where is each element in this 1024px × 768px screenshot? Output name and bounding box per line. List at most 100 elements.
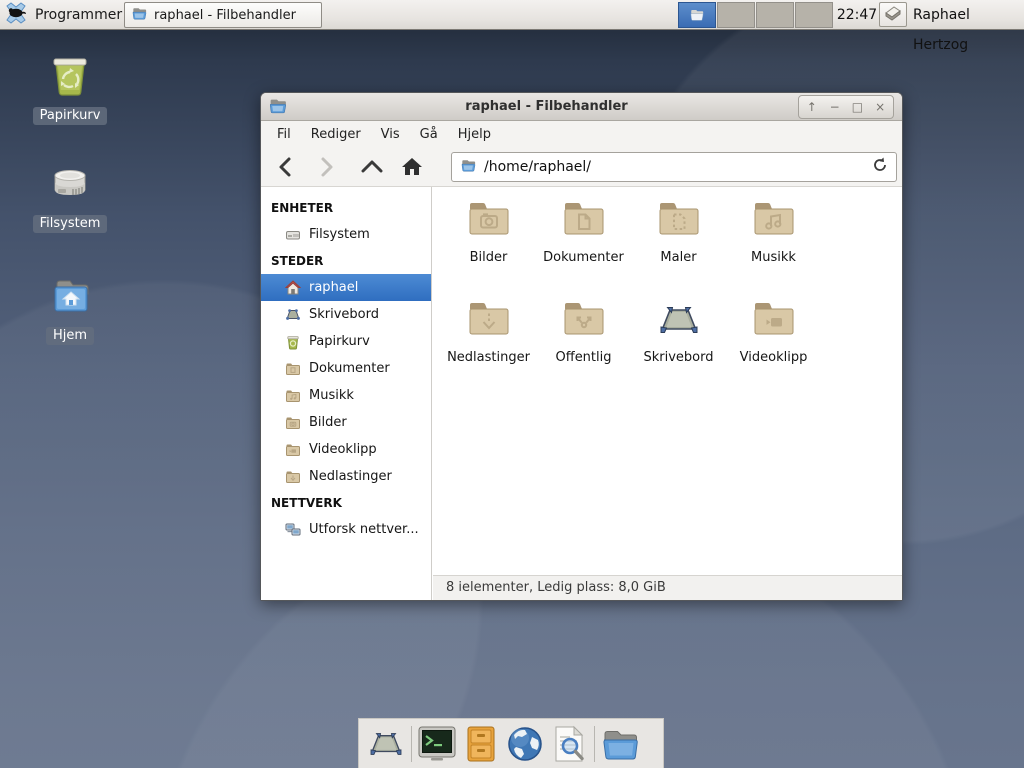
reload-button[interactable] [872,157,888,177]
home-icon [285,280,301,296]
path-input[interactable]: /home/raphael/ [484,159,865,175]
applications-menu-button[interactable]: Programmer [0,0,130,30]
taskbar-window-label: raphael - Filbehandler [154,8,296,23]
desktop: Programmer raphael - Filbehandler [0,0,1024,768]
sidebar-item-desktop[interactable]: Skrivebord [261,301,431,328]
documents-folder-icon [285,361,301,377]
desktop-icon-home[interactable]: Hjem [18,272,122,345]
harddrive-icon [46,160,94,208]
sidebar-item-documents[interactable]: Dokumenter [261,355,431,382]
file-label: Musikk [751,250,796,265]
file-label: Dokumenter [543,250,624,265]
network-icon [285,522,301,538]
file-label: Nedlastinger [447,350,530,365]
menu-help[interactable]: Hjelp [448,123,501,146]
file-item-offentlig[interactable]: Offentlig [536,296,631,396]
close-button[interactable]: × [870,97,890,117]
templates-folder-icon [655,196,703,244]
file-view[interactable]: Bilder Dokumenter [433,187,902,575]
window-title: raphael - Filbehandler [301,93,792,121]
file-item-dokumenter[interactable]: Dokumenter [536,196,631,296]
workspace-4[interactable] [795,2,833,28]
sidebar-item-filesystem[interactable]: Filsystem [261,221,431,248]
location-bar[interactable]: /home/raphael/ [451,152,897,182]
file-label: Bilder [470,250,508,265]
sidebar-item-label: Skrivebord [309,307,379,322]
file-item-skrivebord[interactable]: Skrivebord [631,296,726,396]
sidebar-item-raphael[interactable]: raphael [261,274,431,301]
public-folder-icon [560,296,608,344]
file-item-videoklipp[interactable]: Videoklipp [726,296,821,396]
sidebar-item-label: Dokumenter [309,361,390,376]
session-action-button[interactable] [879,2,907,27]
dock-terminal-button[interactable] [415,722,459,766]
sidebar-item-label: raphael [309,280,358,295]
dock-search-button[interactable] [547,722,591,766]
workspace-window-preview [689,8,705,22]
search-document-icon [551,725,587,763]
desktop-icon-trash[interactable]: Papirkurv [18,52,122,125]
file-item-musikk[interactable]: Musikk [726,196,821,296]
applications-menu-label: Programmer [35,7,122,23]
home-folder-icon [46,272,94,320]
taskbar-window-button[interactable]: raphael - Filbehandler [124,2,322,28]
file-label: Offentlig [556,350,612,365]
music-folder-icon [750,196,798,244]
desktop-icon-label: Papirkurv [33,107,108,125]
menu-view[interactable]: Vis [371,123,410,146]
sidebar-item-browse-network[interactable]: Utforsk nettver... [261,516,431,543]
sidebar-item-videos[interactable]: Videoklipp [261,436,431,463]
sidebar-item-label: Videoklipp [309,442,377,457]
documents-folder-icon [560,196,608,244]
file-item-nedlastinger[interactable]: Nedlastinger [441,296,536,396]
menu-go[interactable]: Gå [410,123,448,146]
file-manager-window: raphael - Filbehandler ↑ − □ × Fil Redig… [260,92,903,601]
sidebar-item-trash[interactable]: Papirkurv [261,328,431,355]
xfce-logo-icon [4,1,28,29]
terminal-icon [417,725,457,763]
workspace-2[interactable] [717,2,755,28]
workspace-pager [678,2,834,28]
forward-button[interactable] [309,152,343,182]
workspace-1[interactable] [678,2,716,28]
window-titlebar[interactable]: raphael - Filbehandler ↑ − □ × [261,93,902,121]
file-item-maler[interactable]: Maler [631,196,726,296]
home-button[interactable] [395,152,429,182]
sidebar-item-pictures[interactable]: Bilder [261,409,431,436]
workspace-3[interactable] [756,2,794,28]
dock-show-desktop-button[interactable] [364,722,408,766]
dock-web-browser-button[interactable] [503,722,547,766]
minimize-button[interactable]: − [825,97,845,117]
file-label: Skrivebord [643,350,713,365]
downloads-folder-icon [285,469,301,485]
menu-file[interactable]: Fil [267,123,301,146]
sidebar-header-devices: ENHETER [261,195,431,221]
downloads-folder-icon [465,296,513,344]
up-button[interactable] [355,152,389,182]
dock-file-manager-button[interactable] [598,722,642,766]
folder-icon [600,726,640,762]
file-cabinet-icon [464,725,498,763]
shade-button[interactable]: ↑ [802,97,822,117]
sidebar-item-music[interactable]: Musikk [261,382,431,409]
window-app-icon [268,97,288,119]
maximize-button[interactable]: □ [847,97,867,117]
sidebar-header-network: NETTVERK [261,490,431,516]
menu-edit[interactable]: Rediger [301,123,371,146]
desktop-icon [285,307,301,323]
sidebar-item-downloads[interactable]: Nedlastinger [261,463,431,490]
desktop-icon-filesystem[interactable]: Filsystem [18,160,122,233]
trash-full-icon [46,52,94,100]
sidebar-item-label: Filsystem [309,227,370,242]
sidebar-header-places: STEDER [261,248,431,274]
launcher-dock [358,718,664,768]
dock-file-cabinet-button[interactable] [459,722,503,766]
file-label: Videoklipp [740,350,808,365]
status-bar: 8 ielementer, Ledig plass: 8,0 GiB [433,575,902,600]
file-item-bilder[interactable]: Bilder [441,196,536,296]
shortcuts-sidebar: ENHETER Filsystem STEDER [261,187,432,600]
sidebar-item-label: Utforsk nettver... [309,522,419,537]
window-body: ENHETER Filsystem STEDER [261,187,902,600]
back-button[interactable] [269,152,303,182]
pictures-folder-icon [465,196,513,244]
